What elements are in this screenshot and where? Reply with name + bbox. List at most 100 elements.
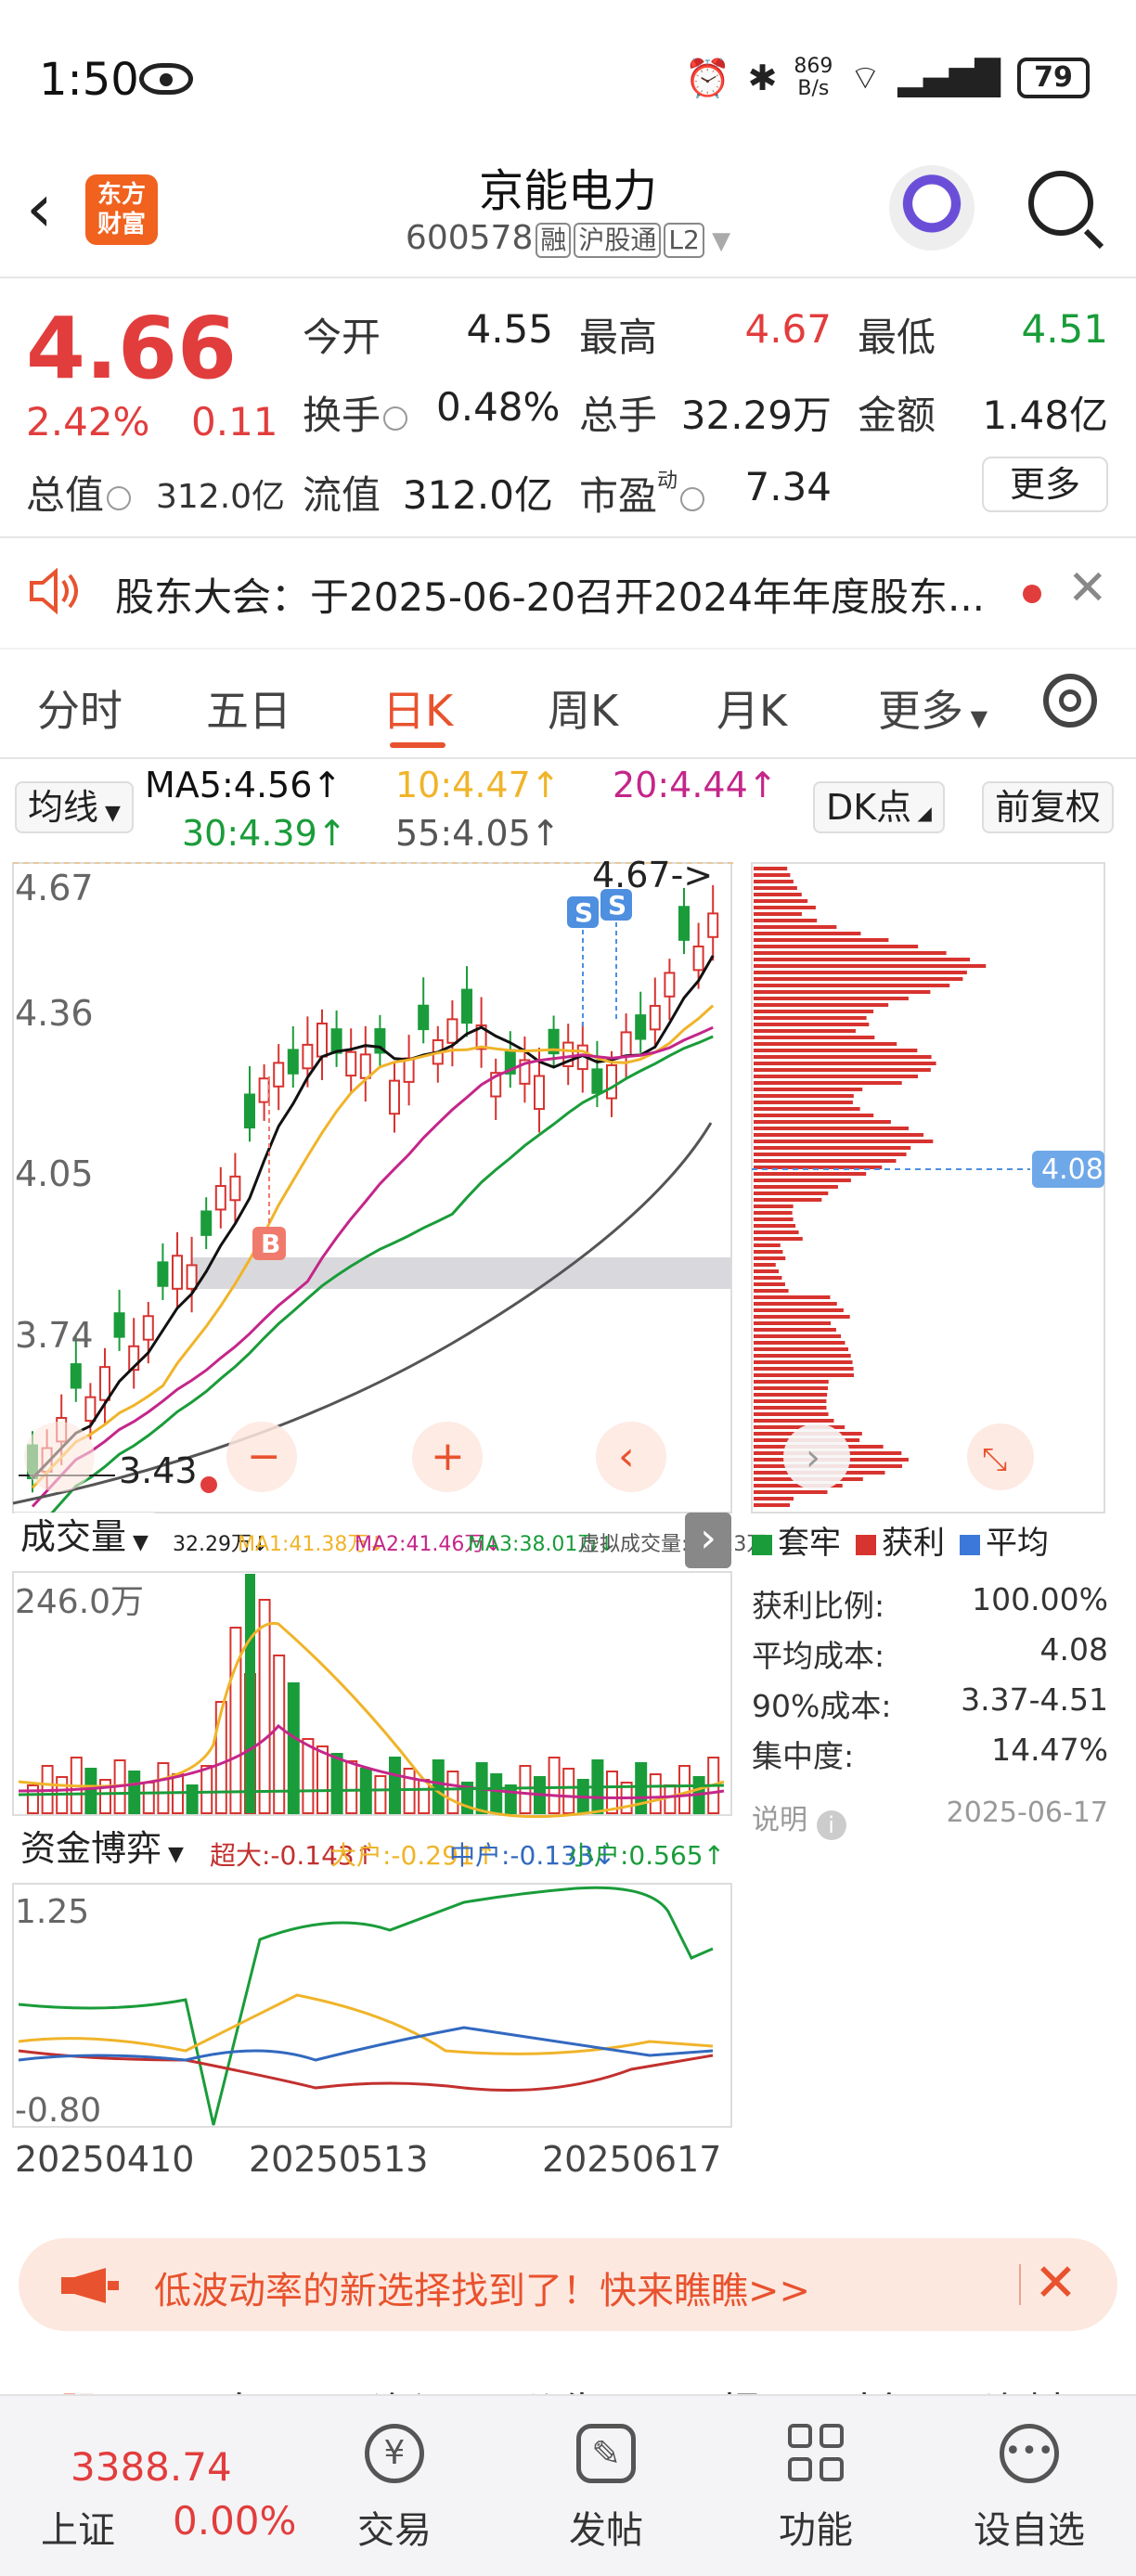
candle-body [446,1018,458,1044]
volume-bar [432,1759,445,1814]
tab-monthly-k[interactable]: 月K [716,677,787,739]
volume-bar [345,1760,358,1814]
period-tabs: 分时 五日 日K 周K 月K 更多 ▼ [0,650,1136,759]
chip-bar [754,1276,782,1280]
nav-trade[interactable]: ¥ 交易 [334,2424,455,2554]
y-label-3: 4.05 [15,1153,94,1194]
banner-text: 低波动率的新选择找到了！快来瞧瞧>> [154,2270,811,2312]
chip-bar [754,1360,853,1364]
chip-bar [754,1315,850,1319]
ma5-line [31,955,715,1480]
avg-cost-label: 4.08 [1041,1153,1104,1186]
panel-toggle-chevron-icon[interactable]: › [685,1513,731,1568]
promo-banner[interactable]: 低波动率的新选择找到了！快来瞧瞧>> ✕ [19,2238,1117,2331]
search-icon[interactable] [1028,171,1093,236]
index-name[interactable]: 上证 [41,2500,115,2554]
tab-weekly-k[interactable]: 周K [548,677,618,739]
chip-bar [754,867,788,870]
candle-body [200,1210,213,1236]
sell-marker-text-2: S [608,890,626,921]
total-value: 312.0亿 [156,478,286,516]
tab-intraday[interactable]: 分时 [37,677,123,739]
plus-icon: + [431,1433,465,1480]
chip-bar [754,893,802,896]
nav-functions[interactable]: 功能 [755,2424,876,2554]
chip-bar [754,886,797,890]
x-label-3: 20250617 [542,2139,721,2180]
yen-icon: ¥ [365,2424,424,2483]
tab-daily-k[interactable]: 日K [382,677,453,739]
gear-icon[interactable] [1043,674,1097,728]
tab-5day[interactable]: 五日 [206,677,291,739]
volume-bar [287,1682,300,1814]
tag-level2: L2 [664,223,704,258]
volume-selector[interactable]: 成交量 ▼ [9,1513,160,1565]
nav-post[interactable]: ✎ 发帖 [546,2424,666,2554]
chip-note-row[interactable]: 说明 i 2025-06-17 [752,1797,1108,1840]
fund-selector[interactable]: 资金博弈 ▼ [9,1824,195,1876]
grid-icon [786,2424,846,2483]
assistant-avatar[interactable] [889,165,975,251]
y-label-4: 3.74 [15,1315,94,1356]
candle-body [172,1255,183,1290]
volume-bar [214,1701,227,1814]
candle-body [157,1261,169,1287]
active-tab-indicator [390,742,445,748]
adjust-button[interactable]: 前复权 [982,781,1115,833]
open-label: 今开 [303,315,381,360]
current-price: 4.66 [26,299,237,398]
info-icon[interactable] [107,485,132,510]
chip-bar [754,977,963,981]
volume-bar [330,1753,343,1814]
index-change[interactable]: 0.00% [173,2498,296,2544]
nav-add-watchlist[interactable]: ••• 设自选 [969,2424,1090,2554]
chip-bar [754,1179,851,1182]
candle-body [635,1014,647,1040]
more-button[interactable]: 更多 [982,457,1108,512]
chip-bar [754,1250,783,1254]
chip-bar [754,1003,889,1007]
notice-bar[interactable]: 股东大会：于2025-06-20召开2024年年度股东... ✕ [0,538,1136,650]
candle-body [461,988,472,1024]
volume-value: 32.29万 [680,393,832,438]
volume-bar [157,1762,170,1814]
chip-bar [754,1075,919,1078]
tab-more[interactable]: 更多 ▼ [878,677,988,739]
chip-bar [754,1230,799,1234]
dk-button[interactable]: DK点 ◢ [813,781,945,833]
index-value[interactable]: 3388.74 [71,2444,232,2490]
chevron-right-icon: › [806,1436,820,1479]
chip-bar [754,1088,863,1091]
candle-body [606,1063,617,1100]
chip-bar [754,1120,891,1124]
ma-selector[interactable]: 均线 ▼ [15,781,134,833]
pe-value: 7.34 [744,464,832,509]
chip-row-avg-cost: 平均成本: 4.08 [752,1631,1108,1674]
status-bar: 1:50 ⏰ ✱ 869 B/s ⌔ ▂▄▆█ 79 [0,0,1136,148]
info-icon[interactable] [383,406,408,431]
chip-bar [754,951,947,955]
x-label-1: 20250410 [15,2139,194,2180]
expand-icon: ⤡ [982,1441,1007,1478]
info-icon[interactable] [680,486,705,511]
chip-bar [754,964,987,968]
megaphone-icon [61,2268,119,2303]
chip-bar [754,1049,918,1052]
candle-body [316,1023,328,1058]
close-icon[interactable]: ✕ [1067,560,1108,616]
fund-y-top: 1.25 [15,1893,89,1931]
chip-bar [754,1191,829,1195]
chip-bar [754,958,971,961]
chip-bar [754,1146,911,1150]
chip-bar [754,1062,936,1065]
close-icon[interactable]: ✕ [1034,2253,1078,2313]
chip-bar [754,1406,827,1410]
chip-bar [754,1419,834,1423]
candle-body [258,1077,270,1103]
chip-bar [754,1302,837,1306]
chip-bar [754,1107,860,1111]
volume-bar [606,1771,618,1814]
chip-bar [754,990,931,994]
gap-zone [191,1257,731,1289]
volume-bar [678,1765,691,1814]
